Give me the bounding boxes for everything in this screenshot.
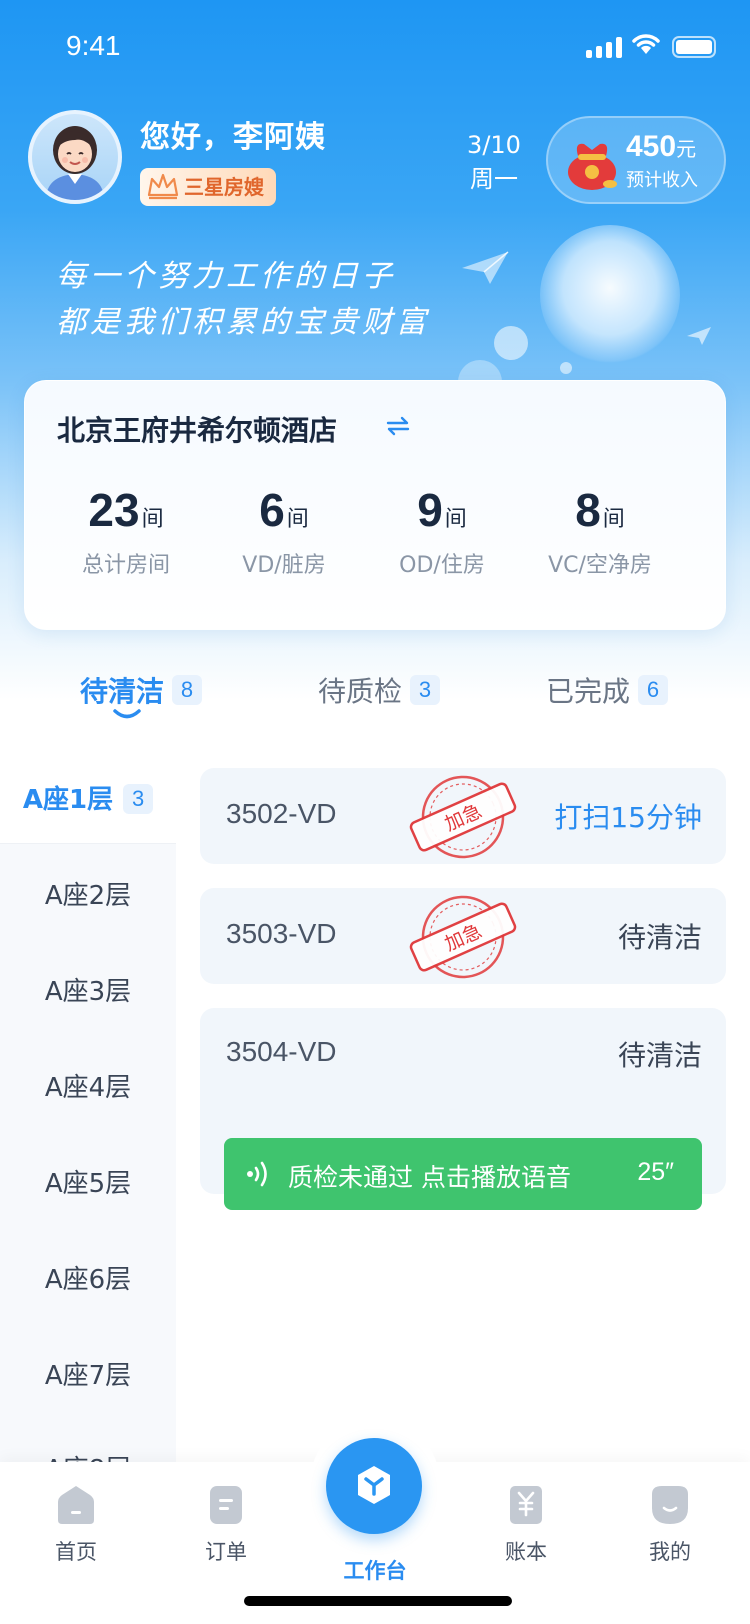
floor-item-a4[interactable]: A座4层 xyxy=(0,1040,176,1136)
stat-vd[interactable]: 6间 VD/脏房 xyxy=(205,485,363,579)
status-bar: 9:41 xyxy=(0,0,750,96)
tab-indicator xyxy=(113,709,141,719)
sun-decoration xyxy=(540,225,680,365)
order-icon xyxy=(210,1486,242,1524)
room-status: 打扫15分钟 xyxy=(554,801,702,834)
voice-icon xyxy=(247,1161,267,1187)
tab-label: 待质检 xyxy=(318,675,403,708)
hotel-name[interactable]: 北京王府井希尔顿酒店 xyxy=(57,409,337,449)
paper-plane-icon xyxy=(687,327,711,345)
floor-item-a2[interactable]: A座2层 xyxy=(0,848,176,944)
status-time: 9:41 xyxy=(66,30,121,61)
slogan-line-2: 都是我们积累的宝贵财富 xyxy=(56,305,430,340)
stat-unit: 间 xyxy=(141,507,164,532)
urgent-stamp: 加急 xyxy=(409,895,517,979)
floor-item-a3[interactable]: A座3层 xyxy=(0,944,176,1040)
wifi-icon xyxy=(632,34,660,54)
stat-unit: 间 xyxy=(444,507,467,532)
rank-label: 三星房嫂 xyxy=(184,175,264,199)
signal-icon xyxy=(586,36,622,58)
stat-unit: 间 xyxy=(286,507,309,532)
paper-plane-icon xyxy=(462,251,509,284)
floor-label: A座1层 xyxy=(22,785,114,815)
avatar-image xyxy=(46,126,104,200)
room-status: 待清洁 xyxy=(617,1039,702,1072)
ledger-icon xyxy=(510,1486,542,1524)
tab-completed[interactable]: 已完成 6 xyxy=(546,660,669,720)
stat-label: VC/空净房 xyxy=(548,553,652,578)
stat-label: OD/住房 xyxy=(399,553,485,578)
slogan-line-1: 每一个努力工作的日子 xyxy=(56,259,396,294)
room-stats: 23间 总计房间 6间 VD/脏房 9间 OD/住房 8间 VC/空净房 xyxy=(25,485,727,579)
income-value: 450元 xyxy=(626,130,697,163)
slogan: 每一个努力工作的日子 都是我们积累的宝贵财富 xyxy=(56,254,430,346)
profile-icon xyxy=(652,1486,688,1524)
stat-label: VD/脏房 xyxy=(242,553,326,578)
nav-label-workbench: 工作台 xyxy=(343,1559,407,1583)
income-card[interactable]: 450元 预计收入 xyxy=(546,116,726,204)
room-name: 3502-VD xyxy=(226,798,337,829)
bubble-decoration xyxy=(494,326,528,360)
floor-item-a5[interactable]: A座5层 xyxy=(0,1136,176,1232)
stat-unit: 间 xyxy=(602,507,625,532)
voice-message-button[interactable]: 质检未通过 点击播放语音 25″ xyxy=(224,1138,702,1210)
room-card[interactable]: 3502-VD 加急 打扫15分钟 xyxy=(200,768,726,864)
stat-value: 8 xyxy=(575,484,601,536)
voice-duration: 25″ xyxy=(637,1158,674,1186)
floor-sidebar: A座1层3 A座2层 A座3层 A座4层 A座5层 A座6层 A座7层 A座8层 xyxy=(0,752,176,1485)
workbench-icon xyxy=(358,1466,390,1504)
room-card[interactable]: 3504-VD 待清洁 质检未通过 点击播放语音 25″ xyxy=(200,1008,726,1210)
nav-profile[interactable]: 我的 xyxy=(620,1484,720,1566)
switch-hotel-icon[interactable] xyxy=(385,415,411,437)
stat-total[interactable]: 23间 总计房间 xyxy=(47,485,205,579)
nav-workbench[interactable] xyxy=(310,1418,440,1548)
room-name: 3504-VD xyxy=(226,1036,337,1067)
floor-item-a6[interactable]: A座6层 xyxy=(0,1232,176,1328)
home-indicator xyxy=(244,1596,512,1606)
tab-label: 待清洁 xyxy=(80,675,165,708)
money-bag-icon xyxy=(568,143,617,190)
room-card[interactable]: 3503-VD 加急 待清洁 xyxy=(200,888,726,984)
stat-od[interactable]: 9间 OD/住房 xyxy=(363,485,521,579)
income-label: 预计收入 xyxy=(626,170,698,191)
tab-count-badge: 6 xyxy=(638,675,669,705)
weekday-text: 周一 xyxy=(470,165,518,193)
nav-orders[interactable]: 订单 xyxy=(176,1484,276,1566)
room-status: 待清洁 xyxy=(617,921,702,954)
floor-item-a7[interactable]: A座7层 xyxy=(0,1328,176,1424)
workbench-button[interactable] xyxy=(326,1438,422,1534)
tab-pending-inspection[interactable]: 待质检 3 xyxy=(318,660,441,720)
nav-ledger[interactable]: 账本 xyxy=(476,1484,576,1566)
battery-icon xyxy=(672,36,716,58)
floor-item-a1[interactable]: A座1层 3 xyxy=(0,752,176,844)
room-name: 3503-VD xyxy=(226,918,337,949)
avatar[interactable] xyxy=(28,110,122,204)
stat-value: 6 xyxy=(259,484,285,536)
stat-value: 23 xyxy=(88,484,140,536)
greeting-text: 您好，李阿姨 xyxy=(140,120,326,155)
date-display: 3/10 周一 xyxy=(462,128,526,196)
floor-count-badge: 3 xyxy=(123,784,154,814)
hotel-card: 北京王府井希尔顿酒店 23间 总计房间 6间 VD/脏房 9间 OD/住房 8间… xyxy=(24,380,726,630)
rank-badge: 三星房嫂 xyxy=(140,168,276,206)
tab-label: 已完成 xyxy=(546,675,631,708)
urgent-stamp: 加急 xyxy=(409,775,517,859)
nav-home[interactable]: 首页 xyxy=(26,1484,126,1566)
tab-count-badge: 8 xyxy=(172,675,203,705)
home-icon xyxy=(58,1486,94,1524)
crown-icon xyxy=(147,173,179,200)
voice-message-text: 质检未通过 点击播放语音 xyxy=(288,1163,571,1192)
stat-value: 9 xyxy=(417,484,443,536)
tab-count-badge: 3 xyxy=(410,675,441,705)
stat-label: 总计房间 xyxy=(81,553,170,578)
date-text: 3/10 xyxy=(467,131,521,159)
bubble-decoration xyxy=(560,362,572,374)
stat-vc[interactable]: 8间 VC/空净房 xyxy=(521,485,679,579)
